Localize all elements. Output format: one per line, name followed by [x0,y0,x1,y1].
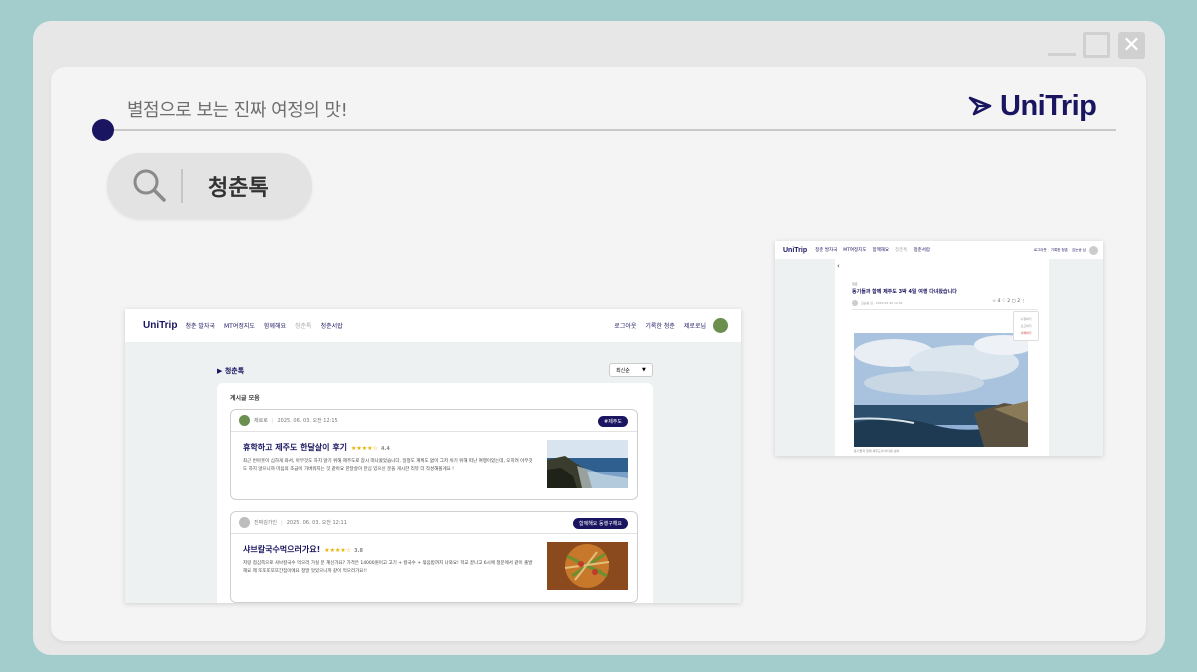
menu-item-report[interactable]: 신고하기 [1017,323,1035,330]
post-tag[interactable]: #제주도 [598,416,628,427]
rating-value: 3.8 [354,548,364,554]
nav-bar: UniTrip 청춘 발자국 MT여정지도 함께해요 청춘톡 청춘서랍 로그아웃… [125,309,741,342]
post-card[interactable]: 제로로 | 2025. 06. 03. 오전 12:15 #제주도 휴학하고 제… [230,409,638,500]
post-body: 저랑 점심쪽으로 샤브칼국수 먹으러 가실 분 계신가요? 가격은 14000원… [243,561,533,574]
post-date: 2025. 06. 03. 오전 12:15 [277,418,338,424]
nav-item-together[interactable]: 함께해요 [264,321,286,330]
nav-item-mt-map[interactable]: MT여정지도 [224,321,255,330]
search-bar[interactable]: 청춘톡 [107,153,312,219]
sort-select[interactable]: 최신순 ▼ [609,363,653,377]
nav-bar: UniTrip 청춘 발자국 MT여정지도 함께해요 청춘톡 청춘서랍 로그아웃… [775,241,1103,259]
post-meta: 김눈송 님 · 2025.05.30 12:01 [852,300,903,306]
paper-plane-icon [968,96,992,116]
post-author: 제로로 [254,418,268,424]
avatar[interactable] [1089,245,1098,255]
avatar[interactable] [712,317,729,334]
nav-logo[interactable]: UniTrip [143,320,177,331]
photo-caption: 동기들과 함께 제주도의 바다를 보며 [854,449,900,453]
nav-item-drawer[interactable]: 청춘서랍 [321,321,343,330]
nav-item-together[interactable]: 함께해요 [872,247,889,253]
nav-item-mt-map[interactable]: MT여정지도 [843,247,866,253]
post-meta-text: 김눈송 님 · 2025.05.30 12:01 [861,301,903,305]
brand-logo[interactable]: UniTrip [968,88,1097,124]
post-title: 휴학하고 제주도 한달살이 후기 ★★★★☆ 4.4 [243,442,390,453]
avatar [239,415,250,426]
post-author: 진짜김가인 [254,520,278,526]
post-list: 게시글 모음 제로로 | 2025. 06. 03. 오전 12:15 #제주도… [217,383,653,603]
post-title: 동기들과 함께 제주도 3박 4일 여행 다녀왔습니다 [852,289,957,295]
post-body: 최근 번아웃이 심하게 와서, 아무것도 하지 않기 위해 제주도로 잠시 떠나… [243,459,533,472]
post-detail-panel: ‹ 청춘 동기들과 함께 제주도 3박 4일 여행 다녀왔습니다 김눈송 님 ·… [835,259,1049,456]
divider-line [103,129,1116,131]
logout-link[interactable]: 로그아웃 [614,321,636,330]
post-header: 제로로 | 2025. 06. 03. 오전 12:15 [231,410,637,432]
search-query: 청춘톡 [208,176,269,201]
sort-value: 최신순 [616,367,630,374]
post-thumbnail [547,542,628,590]
screenshot-post-detail: UniTrip 청춘 발자국 MT여정지도 함께해요 청춘톡 청춘서랍 로그아웃… [775,241,1103,456]
star-rating: ★★★★☆ [351,445,378,452]
post-thumbnail [547,440,628,488]
minimize-icon[interactable] [1048,40,1076,56]
maximize-icon[interactable] [1083,32,1110,58]
post-date: 2025. 06. 03. 오전 12:11 [286,520,347,526]
logout-link[interactable]: 로그아웃 [1034,248,1047,253]
star-rating: ★★★★☆ [324,547,352,554]
my-records-link[interactable]: 기록한 청춘 [645,321,675,330]
close-icon[interactable]: ✕ [1118,32,1145,59]
menu-item-edit[interactable]: 수정하기 [1017,316,1035,323]
rating-value: 4.4 [380,446,390,452]
brand-name: UniTrip [1000,89,1097,122]
search-icon [133,169,166,202]
post-tag[interactable]: 함께해요 동행구해요 [573,518,628,529]
back-icon[interactable]: ‹ [837,262,840,270]
post-category: 청춘 [852,282,858,286]
nav-item-drawer[interactable]: 청춘서랍 [913,247,930,253]
nav-item-talk[interactable]: 청춘톡 [895,247,907,253]
search-separator [181,169,183,203]
screenshot-community-list: UniTrip 청춘 발자국 MT여정지도 함께해요 청춘톡 청춘서랍 로그아웃… [125,309,741,603]
post-card[interactable]: 진짜김가인 | 2025. 06. 03. 오전 12:11 함께해요 동행구해… [230,511,638,603]
list-title: 게시글 모음 [230,395,260,402]
user-name[interactable]: 제로로님 [684,321,706,330]
post-reaction-counts[interactable]: ☆ 4 ♡ 2 ▢ 2 ⋮ [992,299,1026,304]
post-title: 샤브칼국수먹으러가요! ★★★★☆ 3.8 [243,544,363,555]
nav-logo[interactable]: UniTrip [783,247,807,254]
nav-item-footprint[interactable]: 청춘 발자국 [185,321,215,330]
timeline-dot [92,119,114,141]
post-title-text: 휴학하고 제주도 한달살이 후기 [243,443,348,452]
tagline: 별점으로 보는 진짜 여정의 맛! [127,100,348,121]
nav-item-talk[interactable]: 청춘톡 [295,321,312,330]
nav-item-footprint[interactable]: 청춘 발자국 [815,247,837,253]
user-name[interactable]: 김눈송 님 [1072,248,1086,253]
divider [852,309,1038,310]
avatar [852,300,858,306]
post-options-menu: 수정하기 신고하기 삭제하기 [1013,311,1039,341]
my-records-link[interactable]: 기록한 청춘 [1051,248,1068,253]
menu-item-delete[interactable]: 삭제하기 [1017,330,1035,337]
post-photo [854,333,1028,447]
section-title: ▶ 청춘톡 [217,367,245,375]
chevron-down-icon: ▼ [642,367,646,373]
post-title-text: 샤브칼국수먹으러가요! [243,545,321,554]
avatar [239,517,250,528]
